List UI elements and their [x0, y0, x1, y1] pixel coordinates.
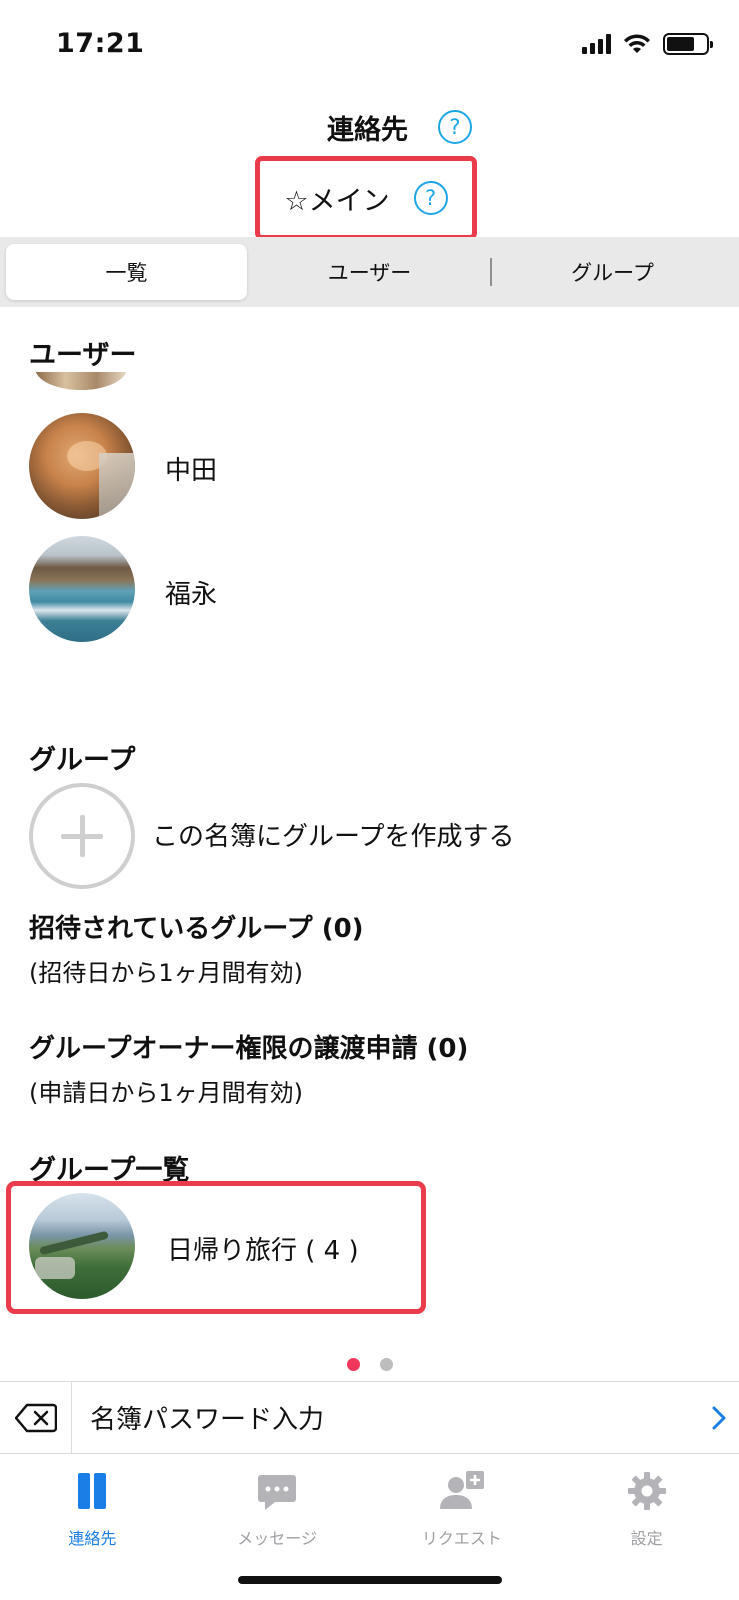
roster-help-icon[interactable]: ? [413, 181, 448, 215]
roster-password-row[interactable]: 名簿パスワード入力 [0, 1381, 739, 1454]
page-dot-active[interactable] [347, 1358, 360, 1371]
avatar[interactable] [29, 413, 135, 519]
owner-transfer-title: グループオーナー権限の譲渡申請 (0) [29, 1034, 469, 1064]
gear-icon [627, 1472, 666, 1510]
segmented-tabs: 一覧 ユーザー グループ [0, 237, 739, 307]
invited-groups-title: 招待されているグループ (0) [29, 914, 364, 944]
group-name[interactable]: 日帰り旅行 ( 4 ) [167, 1230, 359, 1267]
password-label[interactable]: 名簿パスワード入力 [72, 1399, 699, 1436]
group-avatar[interactable] [29, 1193, 135, 1299]
tab-messages[interactable]: メッセージ [185, 1455, 370, 1555]
battery-icon [663, 33, 713, 55]
tab-label: 設定 [630, 1529, 663, 1548]
tab-label: リクエスト [421, 1529, 502, 1548]
page-dot[interactable] [380, 1358, 393, 1371]
tab-settings[interactable]: 設定 [554, 1455, 739, 1555]
help-icon[interactable]: ? [438, 110, 472, 144]
tab-all[interactable]: 一覧 [6, 244, 247, 300]
tab-label: 連絡先 [68, 1529, 117, 1548]
clear-icon[interactable] [0, 1382, 72, 1453]
contacts-icon [78, 1473, 107, 1509]
wifi-icon [624, 34, 650, 53]
page-indicator [347, 1358, 393, 1371]
user-name[interactable]: 福永 [165, 574, 217, 611]
tab-users[interactable]: ユーザー [249, 244, 490, 300]
status-bar: 17:21 [0, 0, 739, 90]
tab-bar: 連絡先 メッセージ リクエスト 設定 [0, 1455, 739, 1555]
roster-selector[interactable]: ☆メイン ? [255, 156, 477, 240]
home-indicator[interactable] [238, 1576, 502, 1584]
roster-name[interactable]: ☆メイン [284, 179, 389, 218]
add-group-icon[interactable] [29, 783, 135, 889]
page-title: 連絡先 [327, 114, 408, 146]
avatar[interactable] [29, 536, 135, 642]
request-icon [439, 1471, 484, 1509]
user-name[interactable]: 中田 [165, 450, 217, 487]
cellular-signal-icon [582, 34, 611, 54]
tab-groups[interactable]: グループ [492, 244, 733, 300]
tab-contacts[interactable]: 連絡先 [0, 1455, 185, 1555]
status-time: 17:21 [56, 28, 145, 59]
users-heading: ユーザー [29, 333, 137, 372]
tab-requests[interactable]: リクエスト [370, 1455, 555, 1555]
status-icons [582, 32, 713, 56]
groups-heading: グループ [29, 745, 136, 776]
create-group-link[interactable]: この名簿にグループを作成する [152, 816, 514, 853]
tab-label: メッセージ [237, 1529, 317, 1548]
header: 連絡先 ? [0, 102, 739, 152]
owner-transfer-note: (申請日から1ヶ月間有効) [29, 1079, 303, 1107]
message-icon [258, 1475, 297, 1510]
invited-groups-note: (招待日から1ヶ月間有効) [29, 959, 303, 987]
chevron-right-icon[interactable] [699, 1405, 739, 1431]
